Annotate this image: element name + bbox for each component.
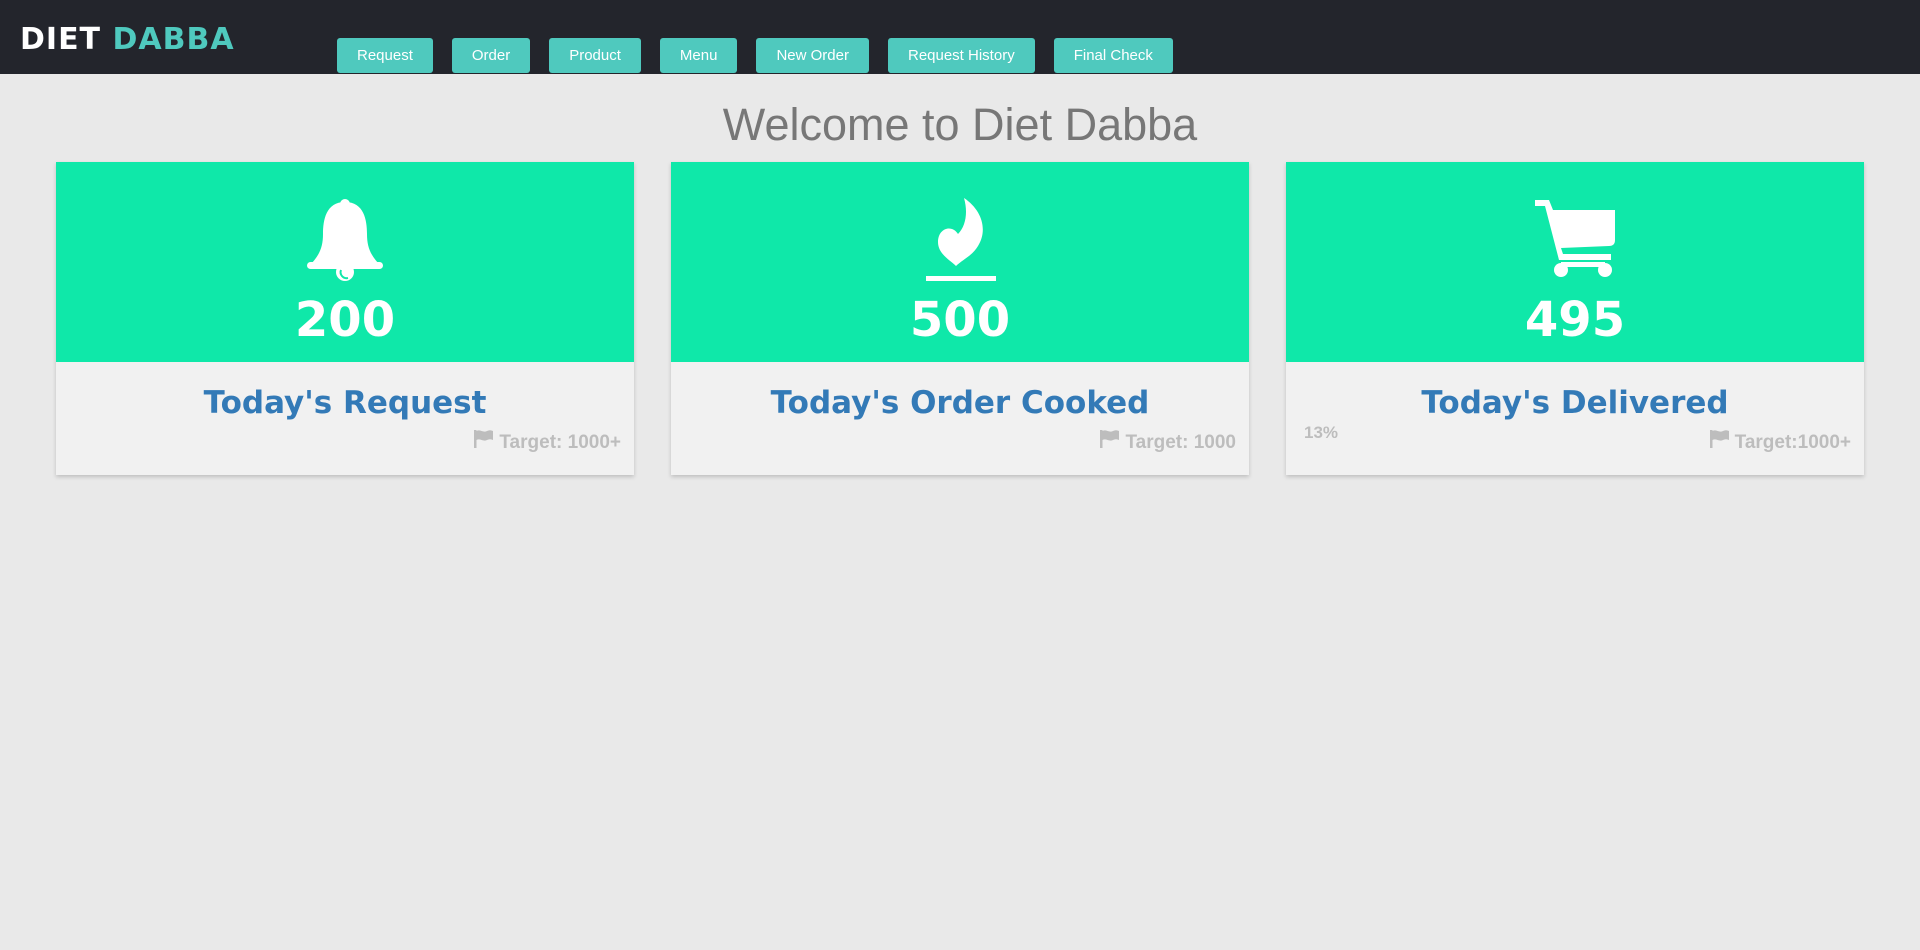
nav-order-button[interactable]: Order [451,38,531,73]
card-header: 500 [671,162,1249,362]
main-nav: Request Order Product Menu New Order Req… [337,38,1173,73]
order-cooked-count: 500 [909,292,1011,348]
flag-icon [1709,430,1730,455]
nav-menu-button[interactable]: Menu [659,38,738,73]
delivered-count: 495 [1524,292,1626,348]
nav-request-button[interactable]: Request [337,38,433,73]
stat-card-delivered: 495 Today's Delivered 13% Target:1000+ [1286,162,1864,475]
top-navbar: DIET DABBA Request Order Product Menu Ne… [0,0,1920,74]
card-target: Target:1000+ [1709,430,1851,455]
nav-product-button[interactable]: Product [549,38,641,73]
card-header: 200 [56,162,634,362]
card-header: 495 [1286,162,1864,362]
stat-card-request: 200 Today's Request Target: 1000+ [56,162,634,475]
card-title: Today's Delivered [1421,385,1729,421]
flag-icon [1100,430,1120,455]
brand-word-diet: DIET [20,22,102,57]
brand-word-dabba: DABBA [112,22,235,57]
cart-icon [1286,196,1864,284]
card-title: Today's Order Cooked [770,385,1150,421]
target-text: Target:1000+ [1734,431,1851,453]
nav-request-history-button[interactable]: Request History [887,38,1035,73]
card-title: Today's Request [203,385,487,421]
request-count: 200 [294,292,396,348]
nav-new-order-button[interactable]: New Order [756,38,869,73]
bell-icon [56,196,634,284]
page-title: Welcome to Diet Dabba [722,99,1198,150]
stat-card-order-cooked: 500 Today's Order Cooked Target: 1000 [671,162,1249,475]
target-text: Target: 1000 [1125,431,1236,453]
target-text: Target: 1000+ [499,431,621,453]
nav-final-check-button[interactable]: Final Check [1053,38,1173,73]
brand-logo[interactable]: DIET DABBA [20,22,235,58]
delivered-percent: 13% [1304,423,1339,442]
card-target: Target: 1000 [1100,430,1236,455]
card-target: Target: 1000+ [474,430,621,455]
flag-icon [474,430,494,455]
fire-icon [671,196,1249,284]
